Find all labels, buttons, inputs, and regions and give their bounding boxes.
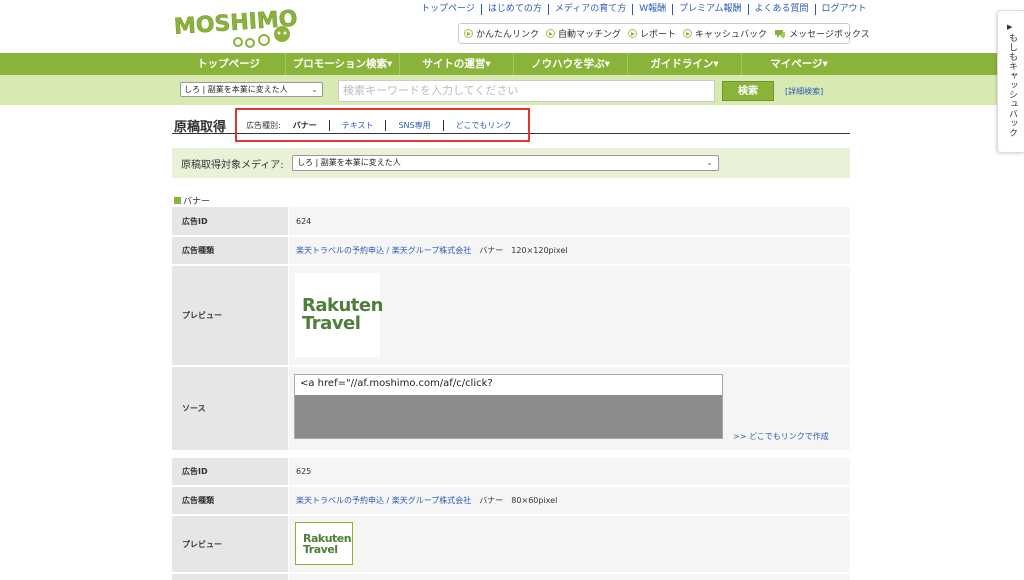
page: MOSHIMO トップページ はじめての方 メディアの育て方 W報酬 プレミアム…	[0, 0, 1024, 580]
ad-type-value: 楽天トラベルの予約申込 / 楽天グループ株式会社 バナー 80×60pixel	[289, 487, 850, 514]
tab-banner[interactable]: バナー	[289, 120, 329, 131]
rakuten-travel-banner: Rakuten Travel	[295, 273, 383, 357]
media-select[interactable]: しろ | 副業を本業に変えた人 ⌄	[292, 155, 719, 171]
play-circle-icon	[628, 29, 638, 38]
main-nav: トップページ プロモーション検索▾ サイトの運営▾ ノウハウを学ぶ▾ ガイドライ…	[0, 53, 1024, 75]
rakuten-travel-banner: Rakuten Travel	[295, 522, 353, 565]
nav-guidelines[interactable]: ガイドライン▾	[628, 53, 742, 75]
ad-id-label: 広告ID	[172, 458, 288, 485]
preview-label: プレビュー	[172, 266, 288, 365]
preview-label: プレビュー	[172, 516, 288, 572]
nav-promotion-search[interactable]: プロモーション検索▾	[286, 53, 400, 75]
create-anywhere-link[interactable]: >> どこでもリンクで作成	[733, 431, 829, 442]
table-row: 広告種類 楽天トラベルの予約申込 / 楽天グループ株式会社 バナー 120×12…	[172, 237, 850, 264]
play-circle-icon	[546, 29, 556, 38]
top-link-top[interactable]: トップページ	[415, 4, 482, 15]
message-icon	[775, 29, 786, 39]
table-row	[172, 574, 850, 580]
cashback-side-tab[interactable]: ▶ もしもキャッシュバック	[997, 10, 1024, 153]
quick-link-cashback[interactable]: キャッシュバック	[683, 27, 767, 40]
top-links: トップページ はじめての方 メディアの育て方 W報酬 プレミアム報酬 よくある質…	[415, 4, 873, 15]
nav-top[interactable]: トップページ	[172, 53, 286, 75]
ad-id-label: 広告ID	[172, 207, 288, 235]
quick-links: かんたんリンク 自動マッチング レポート キャッシュバック メッセージボックス	[458, 23, 870, 44]
ad-type-label: 広告種別:	[246, 121, 281, 130]
tab-sns[interactable]: SNS専用	[385, 120, 442, 131]
product-link[interactable]: 楽天トラベルの予約申込 / 楽天グループ株式会社	[296, 245, 471, 256]
tab-anywhere-link[interactable]: どこでもリンク	[442, 120, 524, 131]
top-link-faq[interactable]: よくある質問	[749, 4, 816, 15]
ad-id-value: 625	[289, 458, 850, 485]
top-link-w-reward[interactable]: W報酬	[633, 4, 674, 15]
search-media-select[interactable]: しろ | 副業を本業に変えた人 ⌄	[180, 82, 323, 97]
chevron-down-icon: ⌄	[311, 85, 318, 94]
quick-link-easy-link[interactable]: かんたんリンク	[464, 27, 539, 40]
banner-size: バナー 80×60pixel	[479, 496, 558, 505]
ad-type-label: 広告種類	[172, 237, 288, 264]
moshimo-logo[interactable]: MOSHIMO	[172, 4, 302, 50]
advanced-search-link[interactable]: [詳細検索]	[785, 86, 823, 97]
table-row: 広告種類 楽天トラベルの予約申込 / 楽天グループ株式会社 バナー 80×60p…	[172, 487, 850, 514]
nav-learn-knowhow[interactable]: ノウハウを学ぶ▾	[514, 53, 628, 75]
top-link-premium-reward[interactable]: プレミアム報酬	[673, 4, 749, 15]
top-link-logout[interactable]: ログアウト	[816, 4, 873, 15]
product-link[interactable]: 楽天トラベルの予約申込 / 楽天グループ株式会社	[296, 495, 471, 506]
ad-type-label: 広告種類	[172, 487, 288, 514]
banner-size: バナー 120×120pixel	[479, 246, 568, 255]
top-link-beginner[interactable]: はじめての方	[482, 4, 549, 15]
source-label: ソース	[172, 367, 288, 450]
table-row: 広告ID 624	[172, 207, 850, 235]
quick-link-report[interactable]: レポート	[628, 27, 676, 40]
search-button[interactable]: 検索	[722, 81, 774, 101]
nav-site-management[interactable]: サイトの運営▾	[400, 53, 514, 75]
ad-type-value: 楽天トラベルの予約申込 / 楽天グループ株式会社 バナー 120×120pixe…	[289, 237, 850, 264]
chevron-down-icon: ⌄	[706, 158, 713, 167]
redacted-block	[295, 395, 722, 438]
table-row: 広告ID 625	[172, 458, 850, 485]
play-icon: ▶	[1007, 23, 1013, 31]
search-input[interactable]: 検索キーワードを入力してください	[338, 80, 715, 102]
media-label: 原稿取得対象メディア:	[181, 160, 284, 171]
tab-text[interactable]: テキスト	[328, 120, 386, 131]
preview-cell	[289, 516, 850, 572]
top-link-media-growth[interactable]: メディアの育て方	[549, 4, 634, 15]
play-circle-icon	[683, 29, 693, 38]
nav-mypage[interactable]: マイページ▾	[742, 53, 856, 75]
quick-link-messagebox[interactable]: メッセージボックス	[774, 27, 870, 40]
quick-link-auto-matching[interactable]: 自動マッチング	[546, 27, 621, 40]
side-tab-label: もしもキャッシュバック	[1007, 33, 1017, 138]
green-square-icon	[174, 197, 181, 204]
table-row: プレビュー	[172, 266, 850, 365]
section-heading: バナー	[174, 194, 210, 207]
table-row: プレビュー	[172, 516, 850, 572]
source-code-text: <a href="//af.moshimo.com/af/c/click?	[300, 378, 493, 389]
ad-id-value: 624	[289, 207, 850, 235]
play-circle-icon	[464, 29, 473, 38]
ad-type-tabs: 広告種別: バナー テキスト SNS専用 どこでもリンク	[246, 120, 523, 131]
